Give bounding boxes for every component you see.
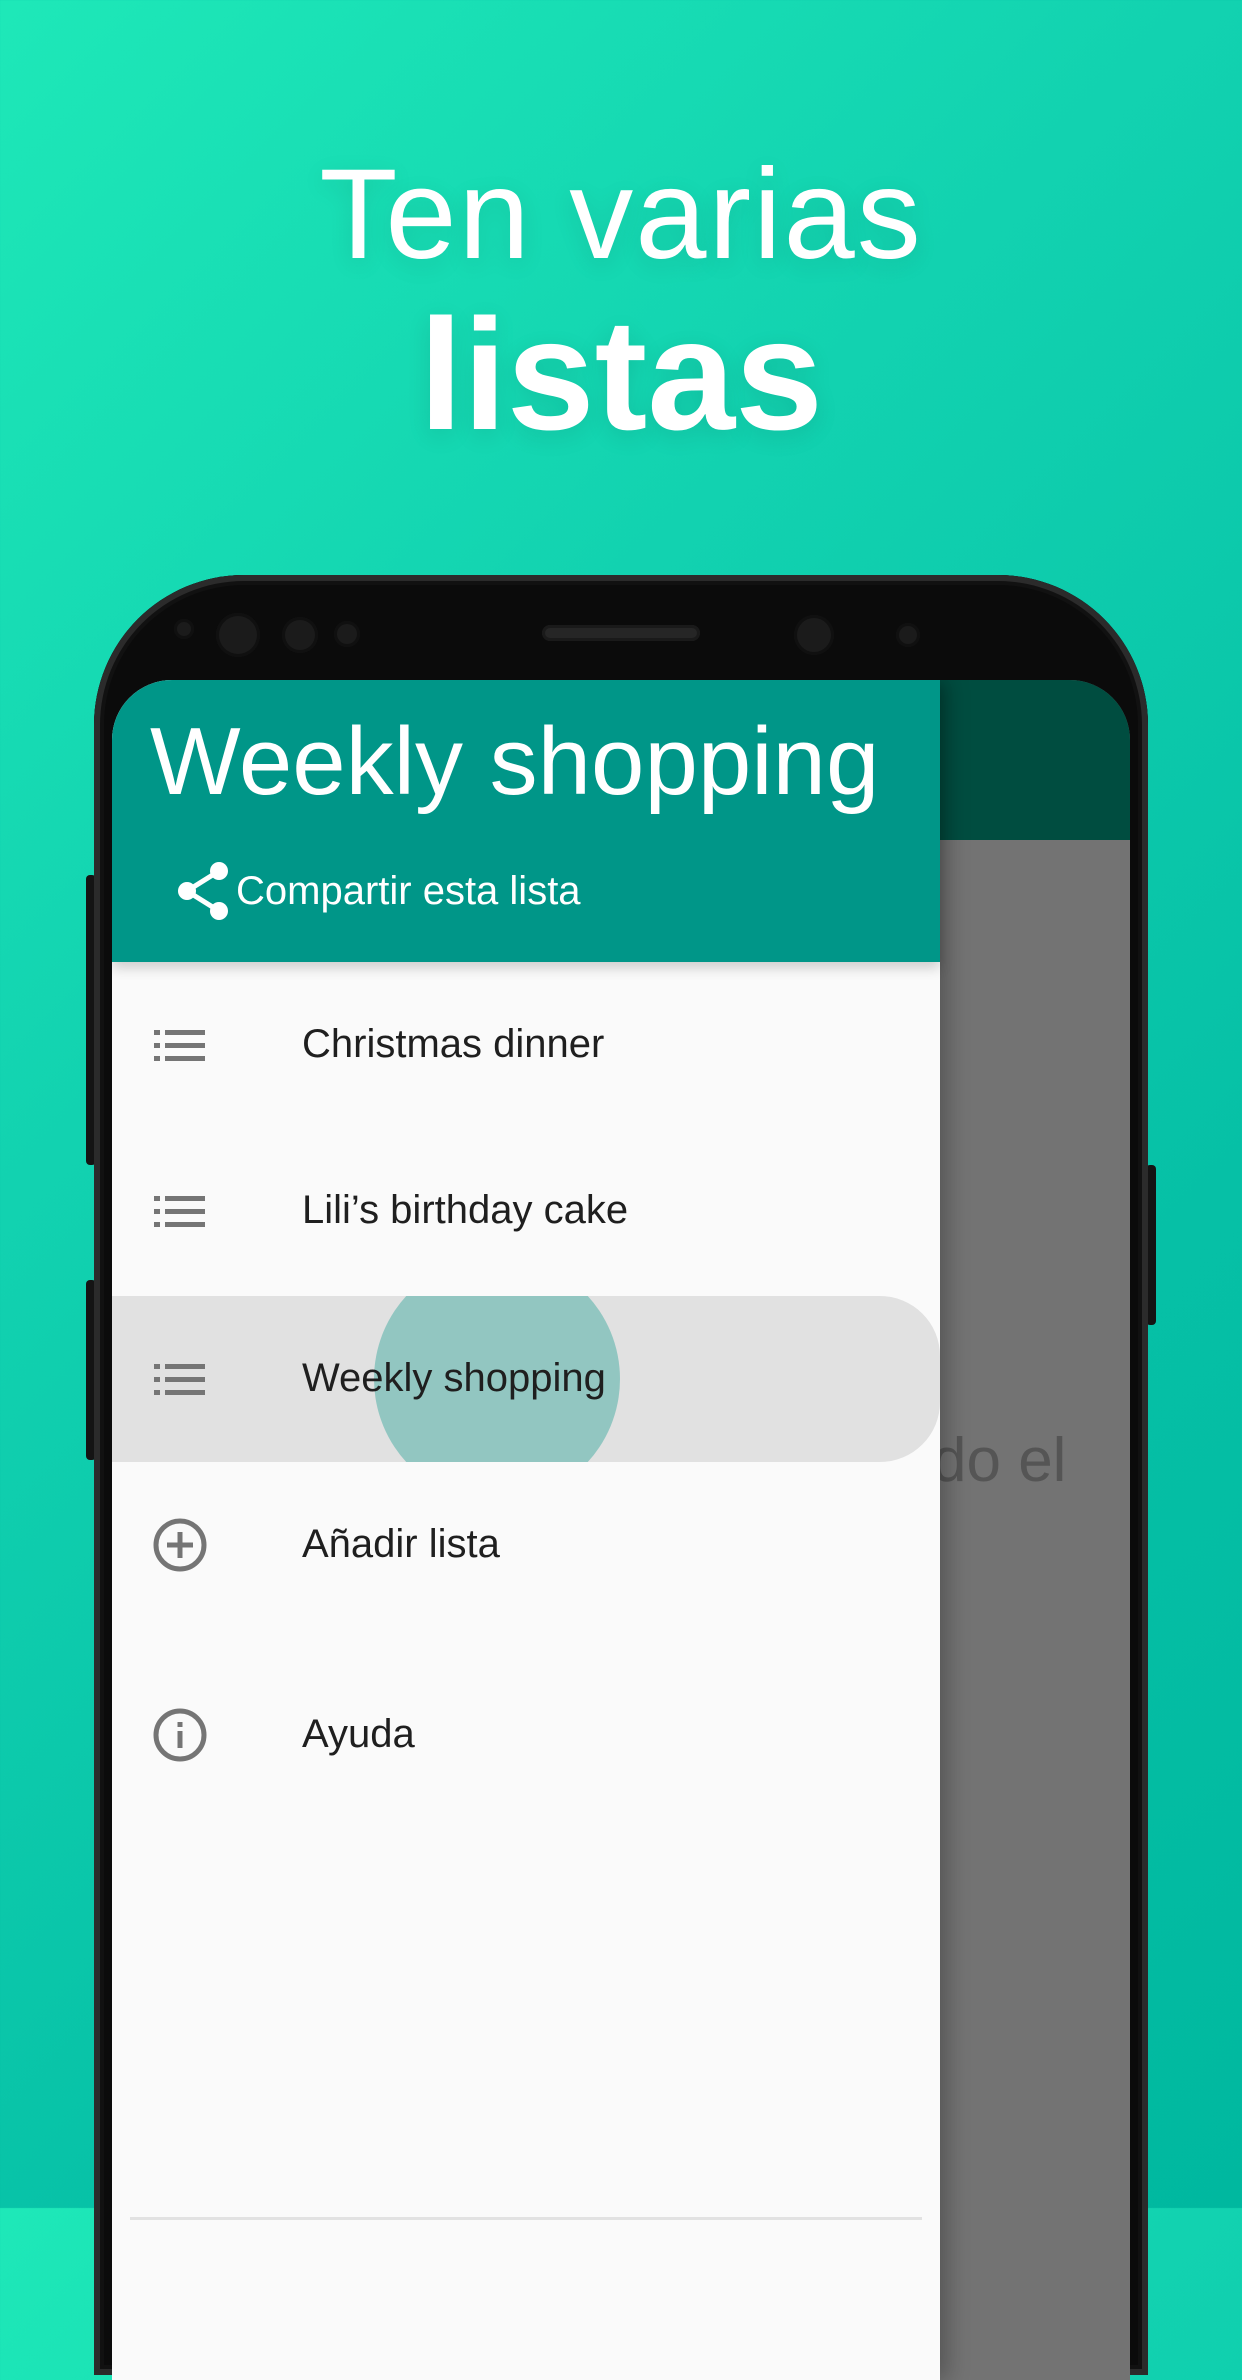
phone-sensor [174,619,194,639]
promo-line-2: listas [418,287,824,463]
phone-sensor [282,617,318,653]
phone-frame: do el Weekly shopping Compartir esta lis… [94,575,1148,2380]
share-list-button[interactable]: Compartir esta lista [174,860,581,922]
drawer-divider [130,2217,922,2220]
drawer-header: Weekly shopping Compartir esta lista [112,680,940,962]
list-icon [152,1351,208,1407]
list-icon [152,1183,208,1239]
phone-screen: do el Weekly shopping Compartir esta lis… [112,680,1130,2380]
background-content-text: do el [932,1426,1067,1495]
drawer-item-label: Weekly shopping [302,1356,606,1400]
drawer-item-add-list[interactable]: Añadir lista [112,1462,940,1628]
phone-sensor [334,621,360,647]
navigation-drawer: Weekly shopping Compartir esta lista Chr… [112,680,940,2380]
promo-headline: Ten varias listas [0,140,1242,460]
drawer-item-label: Christmas dinner [302,1022,605,1066]
list-icon [152,1017,208,1073]
drawer-item-help[interactable]: Ayuda [112,1652,940,1818]
phone-camera [794,615,834,655]
phone-front-camera [216,613,260,657]
drawer-item-lilis-birthday-cake[interactable]: Lili’s birthday cake [112,1128,940,1294]
drawer-item-label: Lili’s birthday cake [302,1188,629,1232]
phone-speaker [542,625,700,641]
share-icon [174,860,232,922]
drawer-item-christmas-dinner[interactable]: Christmas dinner [112,962,940,1128]
drawer-item-weekly-shopping[interactable]: Weekly shopping [112,1296,940,1462]
drawer-item-label: Añadir lista [302,1522,500,1566]
phone-sensor [896,623,920,647]
promo-line-1: Ten varias [319,143,923,286]
drawer-item-label: Ayuda [302,1712,415,1756]
add-circle-icon [152,1517,208,1573]
share-list-label: Compartir esta lista [236,868,581,913]
drawer-title: Weekly shopping [150,708,880,815]
info-icon [152,1707,208,1763]
